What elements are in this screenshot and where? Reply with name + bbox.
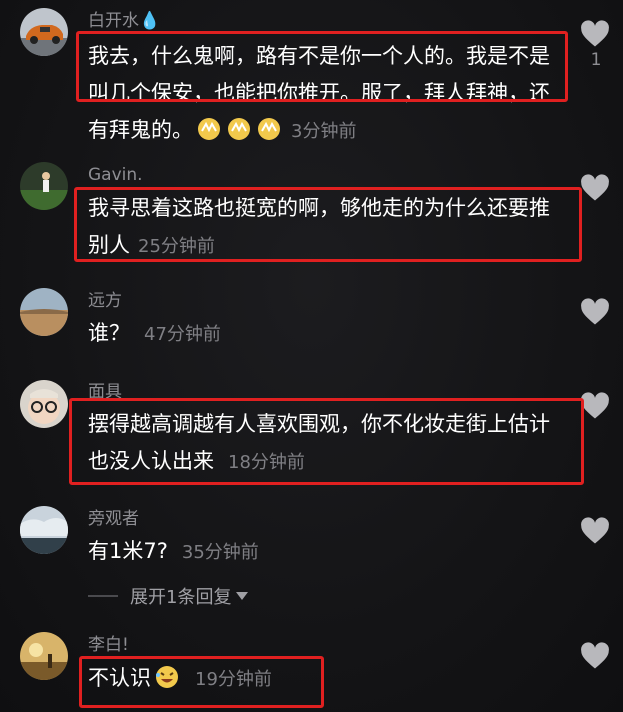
heart-icon[interactable]: [580, 20, 610, 48]
highlight-box: [76, 31, 568, 102]
user-avatar[interactable]: [20, 162, 68, 210]
timestamp: 35分钟前: [181, 542, 259, 563]
heart-icon[interactable]: [580, 392, 610, 420]
clapping-emoji-icon: [255, 116, 283, 140]
reply-divider: [88, 595, 118, 597]
expand-replies-button[interactable]: 展开1条回复: [88, 583, 249, 609]
username[interactable]: Gavin.: [88, 164, 143, 186]
chevron-down-icon: [236, 592, 249, 600]
comment-content: 谁？: [88, 321, 130, 345]
user-avatar[interactable]: [20, 380, 68, 428]
timestamp: 47分钟前: [144, 324, 221, 345]
highlight-box: [74, 187, 582, 262]
username[interactable]: 李白!: [88, 634, 129, 656]
username[interactable]: 白开水💧: [88, 10, 160, 32]
comment-text: 谁？ 47分钟前: [88, 315, 561, 353]
timestamp: 3分钟前: [291, 121, 357, 142]
username[interactable]: 远方: [88, 290, 122, 312]
comment-text: 有1米7? 35分钟前: [88, 533, 561, 571]
comment-list: 白开水💧 我去，什么鬼啊，路有不是你一个人的。我是不是叫几个保安，也能把你推开。…: [0, 0, 623, 712]
username[interactable]: 旁观者: [88, 508, 139, 530]
user-avatar[interactable]: [20, 632, 68, 680]
heart-icon[interactable]: [580, 298, 610, 326]
heart-icon[interactable]: [580, 517, 610, 545]
user-avatar[interactable]: [20, 506, 68, 554]
clapping-emoji-icon: [225, 116, 253, 140]
user-avatar[interactable]: [20, 288, 68, 336]
heart-icon[interactable]: [580, 642, 610, 670]
highlight-box: [69, 398, 584, 485]
expand-replies-label: 展开1条回复: [130, 587, 232, 608]
comment-content: 有1米7?: [88, 539, 168, 563]
heart-icon[interactable]: [580, 174, 610, 202]
like-count: 1: [590, 50, 602, 70]
user-avatar[interactable]: [20, 8, 68, 56]
highlight-box: [79, 656, 324, 708]
clapping-emoji-icon: [195, 116, 223, 140]
